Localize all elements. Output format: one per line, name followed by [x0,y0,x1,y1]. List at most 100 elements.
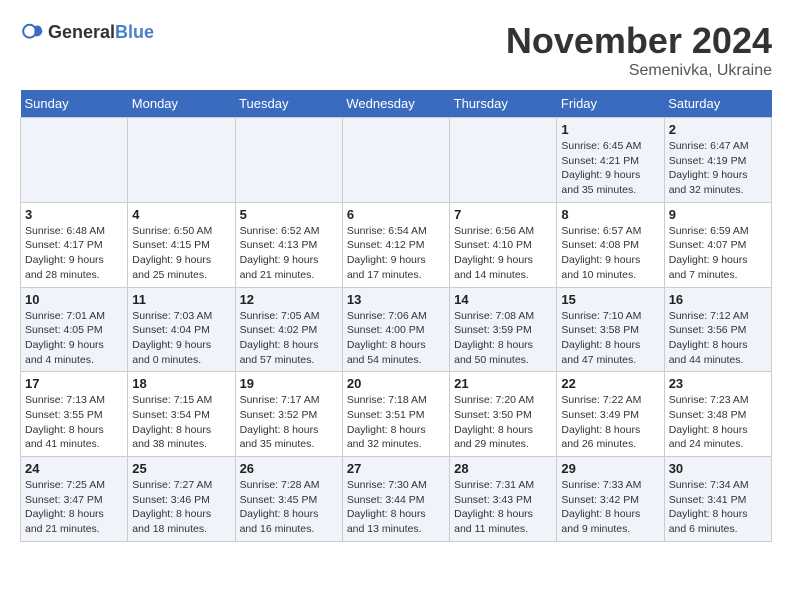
col-thursday: Thursday [450,90,557,118]
calendar-cell: 1 Sunrise: 6:45 AMSunset: 4:21 PMDaylight… [557,118,664,203]
day-number: 19 [240,376,338,391]
day-info: Sunrise: 7:34 AMSunset: 3:41 PMDaylight:… [669,478,767,537]
day-number: 10 [25,292,123,307]
day-info: Sunrise: 7:33 AMSunset: 3:42 PMDaylight:… [561,478,659,537]
calendar-cell: 23 Sunrise: 7:23 AMSunset: 3:48 PMDayligh… [664,372,771,457]
day-info: Sunrise: 6:59 AMSunset: 4:07 PMDaylight:… [669,224,767,283]
day-info: Sunrise: 7:10 AMSunset: 3:58 PMDaylight:… [561,309,659,368]
day-info: Sunrise: 7:03 AMSunset: 4:04 PMDaylight:… [132,309,230,368]
day-info: Sunrise: 6:54 AMSunset: 4:12 PMDaylight:… [347,224,445,283]
col-saturday: Saturday [664,90,771,118]
day-info: Sunrise: 7:23 AMSunset: 3:48 PMDaylight:… [669,393,767,452]
calendar-cell: 26 Sunrise: 7:28 AMSunset: 3:45 PMDayligh… [235,457,342,542]
day-info: Sunrise: 6:50 AMSunset: 4:15 PMDaylight:… [132,224,230,283]
day-number: 29 [561,461,659,476]
day-info: Sunrise: 7:31 AMSunset: 3:43 PMDaylight:… [454,478,552,537]
calendar-cell: 10 Sunrise: 7:01 AMSunset: 4:05 PMDayligh… [21,287,128,372]
calendar-cell: 25 Sunrise: 7:27 AMSunset: 3:46 PMDayligh… [128,457,235,542]
calendar-cell: 8Sunrise: 6:57 AMSunset: 4:08 PMDaylight… [557,202,664,287]
calendar-cell: 4Sunrise: 6:50 AMSunset: 4:15 PMDaylight… [128,202,235,287]
day-number: 26 [240,461,338,476]
day-number: 8 [561,207,659,222]
calendar-table: Sunday Monday Tuesday Wednesday Thursday… [20,90,772,542]
day-number: 12 [240,292,338,307]
calendar-cell: 21 Sunrise: 7:20 AMSunset: 3:50 PMDayligh… [450,372,557,457]
day-number: 30 [669,461,767,476]
calendar-cell: 7Sunrise: 6:56 AMSunset: 4:10 PMDaylight… [450,202,557,287]
day-info: Sunrise: 7:22 AMSunset: 3:49 PMDaylight:… [561,393,659,452]
calendar-cell: 5 Sunrise: 6:52 AMSunset: 4:13 PMDaylight… [235,202,342,287]
day-info: Sunrise: 7:20 AMSunset: 3:50 PMDaylight:… [454,393,552,452]
calendar-cell: 11 Sunrise: 7:03 AMSunset: 4:04 PMDayligh… [128,287,235,372]
day-info: Sunrise: 7:01 AMSunset: 4:05 PMDaylight:… [25,309,123,368]
col-sunday: Sunday [21,90,128,118]
day-info: Sunrise: 7:28 AMSunset: 3:45 PMDaylight:… [240,478,338,537]
calendar-cell: 2Sunrise: 6:47 AMSunset: 4:19 PMDaylight… [664,118,771,203]
calendar-cell: 16Sunrise: 7:12 AMSunset: 3:56 PMDayligh… [664,287,771,372]
day-info: Sunrise: 6:47 AMSunset: 4:19 PMDaylight:… [669,139,767,198]
day-number: 25 [132,461,230,476]
calendar-cell: 19 Sunrise: 7:17 AMSunset: 3:52 PMDayligh… [235,372,342,457]
day-info: Sunrise: 7:18 AMSunset: 3:51 PMDaylight:… [347,393,445,452]
day-number: 18 [132,376,230,391]
location-title: Semenivka, Ukraine [506,62,772,80]
calendar-cell [21,118,128,203]
day-number: 5 [240,207,338,222]
calendar-cell: 18 Sunrise: 7:15 AMSunset: 3:54 PMDayligh… [128,372,235,457]
day-info: Sunrise: 6:52 AMSunset: 4:13 PMDaylight:… [240,224,338,283]
calendar-cell [342,118,449,203]
calendar-header-row: Sunday Monday Tuesday Wednesday Thursday… [21,90,772,118]
logo: GeneralBlue [20,20,154,44]
day-number: 21 [454,376,552,391]
day-info: Sunrise: 7:08 AMSunset: 3:59 PMDaylight:… [454,309,552,368]
logo-general: General [48,22,115,42]
calendar-week-1: 1 Sunrise: 6:45 AMSunset: 4:21 PMDaylight… [21,118,772,203]
calendar-week-4: 17Sunrise: 7:13 AMSunset: 3:55 PMDayligh… [21,372,772,457]
day-number: 15 [561,292,659,307]
logo-icon [20,20,44,44]
calendar-cell: 9 Sunrise: 6:59 AMSunset: 4:07 PMDaylight… [664,202,771,287]
day-info: Sunrise: 7:15 AMSunset: 3:54 PMDaylight:… [132,393,230,452]
col-wednesday: Wednesday [342,90,449,118]
col-friday: Friday [557,90,664,118]
day-info: Sunrise: 7:25 AMSunset: 3:47 PMDaylight:… [25,478,123,537]
calendar-cell: 17Sunrise: 7:13 AMSunset: 3:55 PMDayligh… [21,372,128,457]
day-number: 17 [25,376,123,391]
day-number: 16 [669,292,767,307]
day-info: Sunrise: 7:17 AMSunset: 3:52 PMDaylight:… [240,393,338,452]
day-number: 6 [347,207,445,222]
calendar-cell: 13 Sunrise: 7:06 AMSunset: 4:00 PMDayligh… [342,287,449,372]
day-number: 3 [25,207,123,222]
logo-blue: Blue [115,22,154,42]
day-number: 24 [25,461,123,476]
day-number: 13 [347,292,445,307]
day-number: 23 [669,376,767,391]
calendar-week-3: 10 Sunrise: 7:01 AMSunset: 4:05 PMDayligh… [21,287,772,372]
calendar-cell: 12Sunrise: 7:05 AMSunset: 4:02 PMDayligh… [235,287,342,372]
page-header: GeneralBlue November 2024 Semenivka, Ukr… [20,20,772,80]
calendar-cell: 6 Sunrise: 6:54 AMSunset: 4:12 PMDaylight… [342,202,449,287]
day-info: Sunrise: 6:45 AMSunset: 4:21 PMDaylight:… [561,139,659,198]
calendar-cell: 28 Sunrise: 7:31 AMSunset: 3:43 PMDayligh… [450,457,557,542]
day-number: 14 [454,292,552,307]
calendar-week-5: 24 Sunrise: 7:25 AMSunset: 3:47 PMDayligh… [21,457,772,542]
calendar-cell: 30 Sunrise: 7:34 AMSunset: 3:41 PMDayligh… [664,457,771,542]
calendar-cell: 27Sunrise: 7:30 AMSunset: 3:44 PMDayligh… [342,457,449,542]
title-area: November 2024 Semenivka, Ukraine [506,20,772,80]
calendar-week-2: 3 Sunrise: 6:48 AMSunset: 4:17 PMDaylight… [21,202,772,287]
day-number: 11 [132,292,230,307]
day-info: Sunrise: 7:27 AMSunset: 3:46 PMDaylight:… [132,478,230,537]
day-info: Sunrise: 7:06 AMSunset: 4:00 PMDaylight:… [347,309,445,368]
day-number: 9 [669,207,767,222]
day-info: Sunrise: 6:48 AMSunset: 4:17 PMDaylight:… [25,224,123,283]
day-number: 28 [454,461,552,476]
calendar-cell: 29 Sunrise: 7:33 AMSunset: 3:42 PMDayligh… [557,457,664,542]
col-monday: Monday [128,90,235,118]
col-tuesday: Tuesday [235,90,342,118]
calendar-cell: 3 Sunrise: 6:48 AMSunset: 4:17 PMDaylight… [21,202,128,287]
day-number: 7 [454,207,552,222]
day-number: 1 [561,122,659,137]
calendar-cell [128,118,235,203]
day-number: 27 [347,461,445,476]
day-number: 20 [347,376,445,391]
